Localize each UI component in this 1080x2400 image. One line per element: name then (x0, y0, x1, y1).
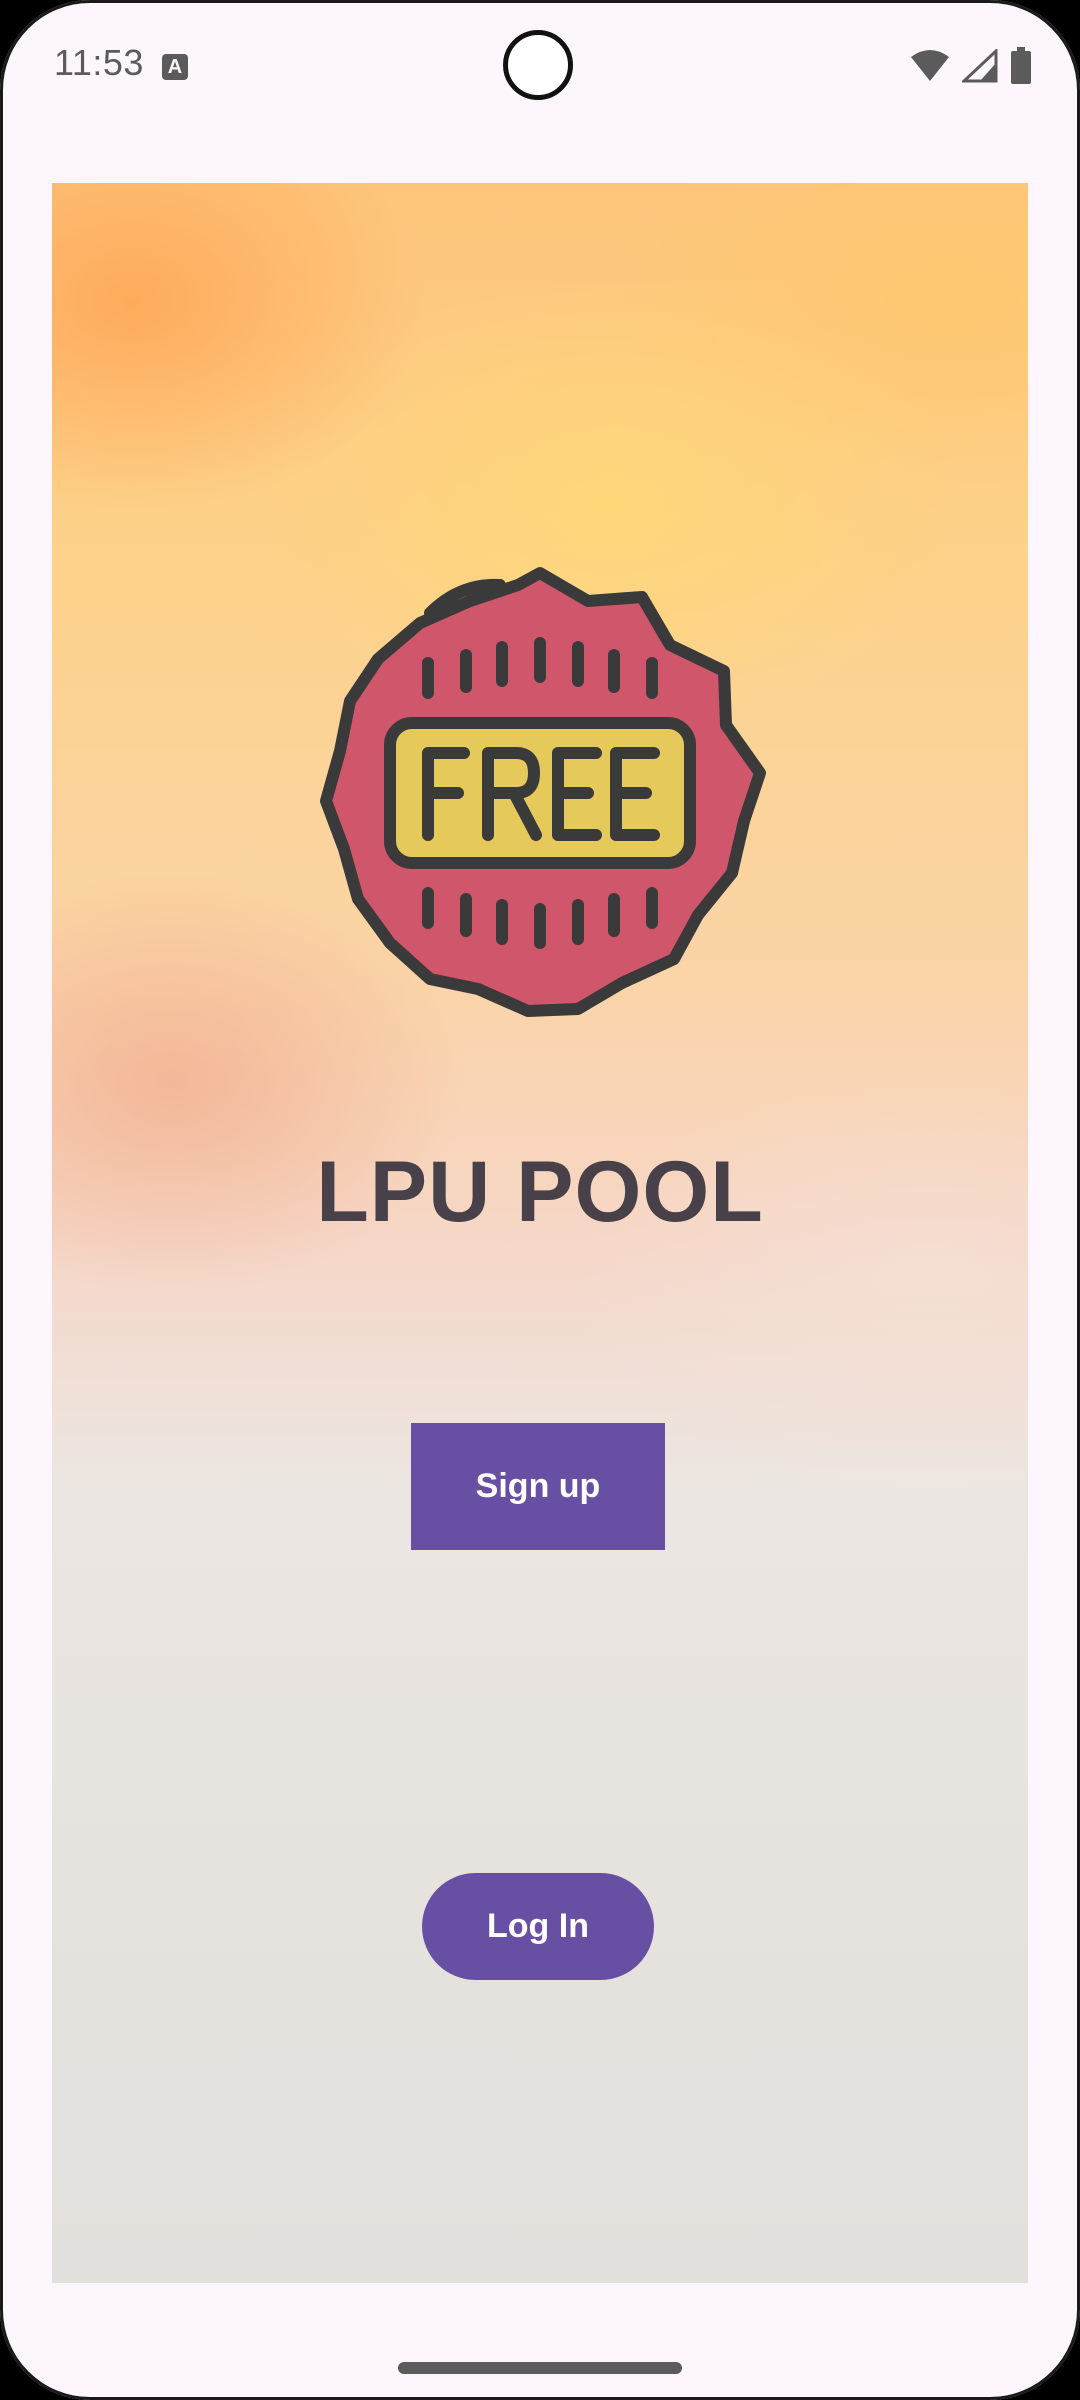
status-bar: 11:53 A (0, 0, 1080, 130)
status-icons (910, 46, 1032, 86)
signup-button[interactable]: Sign up (411, 1423, 665, 1550)
login-button[interactable]: Log In (422, 1873, 654, 1980)
free-badge-icon (310, 563, 770, 1023)
phone-screen: 11:53 A LPU POOL Sign up Log In (0, 0, 1080, 2400)
app-title: LPU POOL (316, 1144, 764, 1240)
home-gesture-handle[interactable] (398, 2362, 682, 2374)
keyboard-notification-icon: A (162, 54, 188, 80)
wifi-icon (911, 50, 949, 81)
status-time: 11:53 (54, 42, 144, 83)
welcome-background: LPU POOL Sign up Log In (52, 183, 1028, 2283)
signal-icon (962, 49, 998, 83)
battery-icon (1011, 47, 1031, 84)
camera-cutout (503, 30, 573, 100)
